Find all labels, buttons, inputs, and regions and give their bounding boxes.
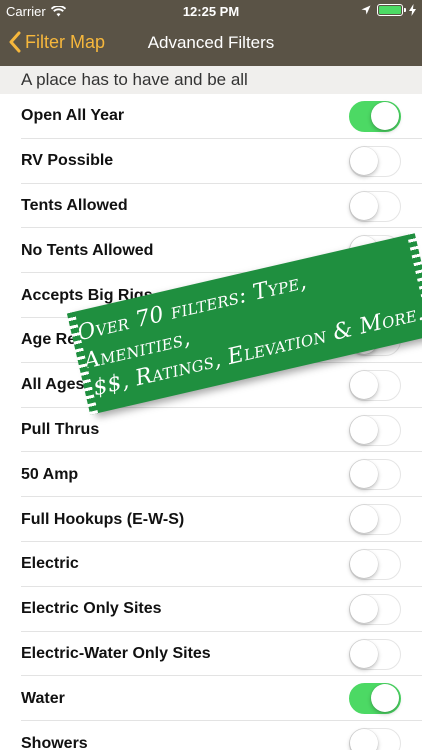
toggle-knob: [350, 505, 378, 534]
filter-toggle-switch[interactable]: [349, 145, 401, 177]
filter-row: Electric Only Sites: [0, 587, 422, 632]
filter-toggle-switch[interactable]: [349, 638, 401, 670]
filter-toggle-switch[interactable]: [349, 190, 401, 222]
filter-toggle-switch[interactable]: [349, 548, 401, 580]
filter-toggle-switch[interactable]: [349, 504, 401, 536]
filter-label: Electric-Water Only Sites: [21, 644, 211, 662]
toggle-knob: [350, 594, 378, 623]
location-arrow-icon: [361, 5, 371, 15]
toggle-knob: [371, 684, 399, 713]
toggle-knob: [371, 102, 399, 130]
filter-label: Tents Allowed: [21, 196, 128, 214]
toggle-knob: [350, 370, 378, 399]
filter-row: Open All Year: [0, 94, 422, 139]
battery-level: [379, 6, 401, 14]
filter-label: Electric: [21, 555, 79, 573]
toggle-knob: [350, 549, 378, 578]
filter-toggle-switch[interactable]: [349, 683, 401, 715]
filter-label: Water: [21, 689, 65, 707]
filter-label: Electric Only Sites: [21, 600, 162, 618]
filter-label: Full Hookups (E-W-S): [21, 510, 185, 528]
filter-label: Showers: [21, 734, 88, 750]
status-time: 12:25 PM: [182, 4, 240, 19]
filter-toggle-switch[interactable]: [349, 459, 401, 491]
filter-label: Age Re: [21, 331, 77, 349]
filter-row: 50 Amp: [0, 452, 422, 497]
toggle-knob: [350, 415, 378, 444]
toggle-knob: [350, 146, 378, 175]
filter-toggle-switch[interactable]: [349, 728, 401, 750]
filter-row: Showers: [0, 721, 422, 750]
toggle-knob: [350, 460, 378, 489]
filter-row: Full Hookups (E-W-S): [0, 497, 422, 542]
filter-row: Tents Allowed: [0, 184, 422, 229]
filter-label: All Ages: [21, 376, 85, 394]
navigation-bar: Filter Map Advanced Filters: [0, 22, 422, 66]
filter-row: Electric: [0, 542, 422, 587]
filter-label: Open All Year: [21, 107, 125, 125]
charging-bolt-icon: [409, 4, 416, 16]
filter-label: RV Possible: [21, 152, 114, 170]
filter-toggle-switch[interactable]: [349, 369, 401, 401]
filter-list: Open All Year RV Possible Tents Allowed No …: [0, 94, 422, 750]
battery-icon: [377, 4, 406, 16]
status-bar: Carrier 12:25 PM: [0, 0, 422, 22]
filter-row: Water: [0, 676, 422, 721]
section-header: A place has to have and be all: [0, 66, 422, 94]
toggle-knob: [350, 191, 378, 220]
filter-toggle-switch[interactable]: [349, 414, 401, 446]
filter-label: Pull Thrus: [21, 420, 100, 438]
filter-label: No Tents Allowed: [21, 241, 154, 259]
filter-row: RV Possible: [0, 139, 422, 184]
toggle-knob: [350, 639, 378, 668]
toggle-knob: [350, 729, 378, 750]
page-title: Advanced Filters: [147, 33, 275, 52]
filter-row: Electric-Water Only Sites: [0, 632, 422, 677]
filter-toggle-switch[interactable]: [349, 101, 401, 132]
filter-toggle-switch[interactable]: [349, 593, 401, 625]
filter-row: Pull Thrus: [0, 408, 422, 453]
filter-label: 50 Amp: [21, 465, 79, 483]
status-right: [361, 4, 416, 16]
